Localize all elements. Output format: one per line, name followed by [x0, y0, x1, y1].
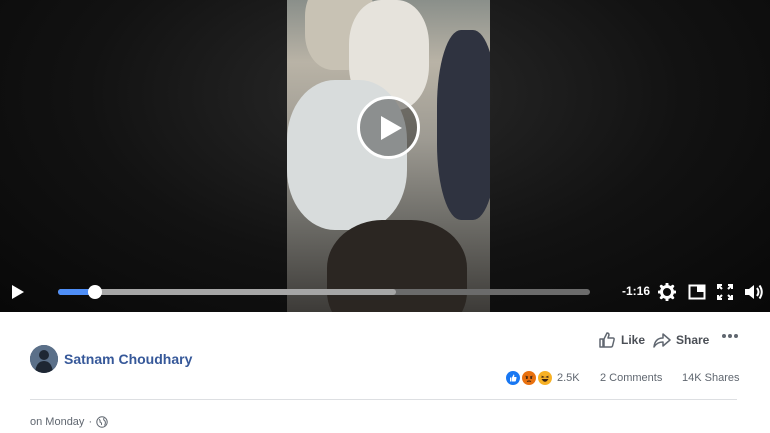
- comment-count[interactable]: 2 Comments: [600, 372, 662, 384]
- avatar[interactable]: [30, 345, 58, 373]
- fullscreen-icon: [717, 284, 733, 300]
- buffered-bar: [58, 289, 396, 295]
- author-name[interactable]: Satnam Choudhary: [64, 351, 192, 367]
- globe-icon: [96, 416, 108, 428]
- divider: [30, 399, 737, 400]
- volume-button[interactable]: [744, 283, 763, 301]
- share-count[interactable]: 14K Shares: [682, 372, 739, 384]
- play-button[interactable]: [10, 284, 26, 300]
- crowd-figure: [437, 30, 490, 220]
- meta-separator: ·: [88, 416, 93, 428]
- thumbs-up-icon: [599, 332, 615, 348]
- like-button[interactable]: Like: [598, 330, 645, 350]
- post-timestamp[interactable]: on Monday: [30, 416, 84, 428]
- volume-icon: [745, 284, 763, 300]
- fullscreen-button[interactable]: [716, 283, 734, 301]
- time-remaining: -1:16: [621, 284, 650, 298]
- like-label: Like: [621, 333, 646, 347]
- more-options-button[interactable]: [721, 329, 739, 343]
- avatar-image: [30, 345, 58, 373]
- share-arrow-icon: [653, 333, 671, 348]
- share-button[interactable]: Share: [653, 330, 709, 350]
- like-reaction-icon[interactable]: [505, 370, 521, 386]
- share-label: Share: [676, 333, 710, 347]
- play-icon: [12, 285, 24, 299]
- picture-in-picture-icon: [688, 284, 706, 300]
- post-meta: on Monday ·: [30, 416, 108, 428]
- play-circle-icon: [381, 116, 402, 140]
- reaction-count[interactable]: 2.5K: [557, 372, 580, 384]
- haha-reaction-icon[interactable]: [537, 370, 553, 386]
- gear-icon: [658, 283, 676, 301]
- pip-button[interactable]: [688, 283, 706, 301]
- settings-button[interactable]: [658, 283, 676, 301]
- scrubber-handle[interactable]: [88, 285, 103, 299]
- big-play-button[interactable]: [357, 96, 420, 159]
- video-controls: -1:16: [0, 272, 770, 312]
- video-player[interactable]: -1:16: [0, 0, 770, 312]
- post-footer: Satnam Choudhary Like Share 2.5K 2 Comme…: [0, 312, 770, 433]
- progress-bar[interactable]: [58, 285, 590, 299]
- angry-reaction-icon[interactable]: [521, 370, 537, 386]
- more-horizontal-icon: [722, 334, 738, 338]
